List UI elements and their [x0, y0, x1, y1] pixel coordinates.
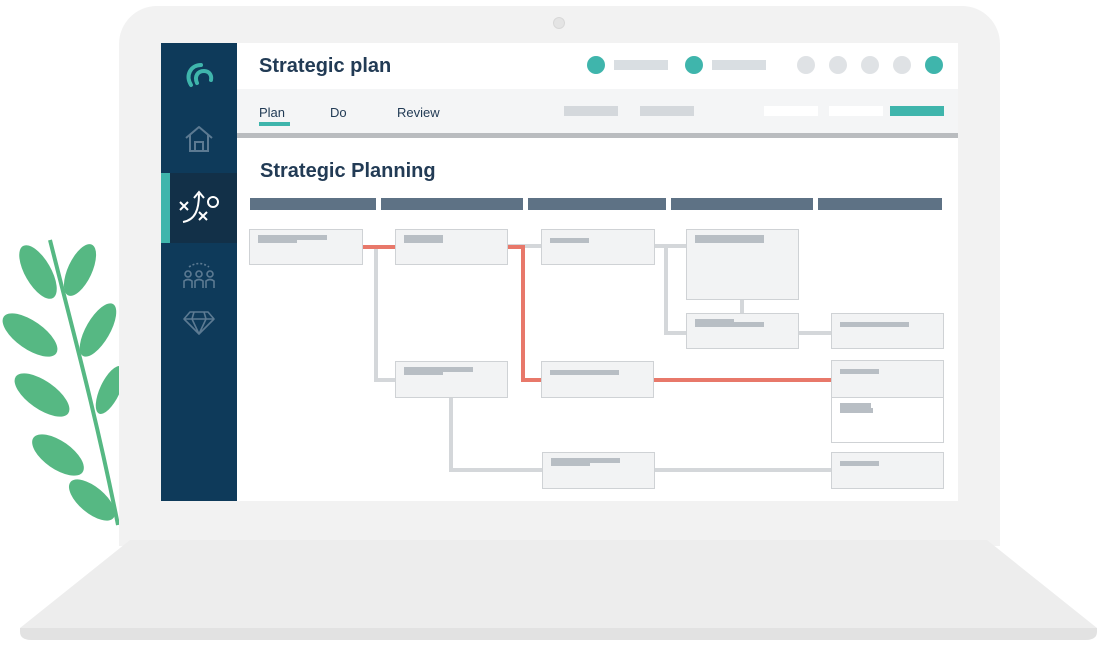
plan-card[interactable]: [249, 229, 363, 265]
laptop-camera: [553, 17, 565, 29]
text-placeholder: [840, 322, 909, 327]
text-placeholder: [695, 319, 734, 324]
plan-card[interactable]: [541, 361, 654, 398]
connector-line: [664, 246, 686, 335]
plan-card[interactable]: [395, 361, 508, 398]
critical-path-line: [508, 245, 541, 382]
text-placeholder: [840, 369, 879, 374]
plan-card[interactable]: [542, 452, 655, 489]
plan-card-expanded[interactable]: [686, 229, 799, 300]
connector-line: [449, 398, 542, 472]
text-placeholder: [404, 235, 443, 240]
card-header: [832, 361, 943, 398]
plan-card-detail[interactable]: [831, 360, 944, 443]
text-placeholder: [550, 370, 619, 375]
text-placeholder: [840, 461, 879, 466]
connector-line: [374, 247, 395, 382]
text-placeholder: [404, 367, 473, 372]
app-screen: Strategic plan Plan Do Review Strategic …: [161, 43, 958, 501]
text-placeholder: [840, 408, 874, 413]
plan-card[interactable]: [541, 229, 655, 265]
text-placeholder: [840, 403, 867, 408]
text-placeholder: [551, 458, 620, 463]
text-placeholder: [258, 235, 328, 240]
plan-card[interactable]: [831, 452, 944, 489]
text-placeholder: [695, 235, 734, 240]
plan-card[interactable]: [831, 313, 944, 349]
plan-card[interactable]: [395, 229, 508, 265]
plan-card[interactable]: [686, 313, 799, 349]
plant-decoration: [2, 239, 125, 526]
text-placeholder: [550, 238, 590, 243]
laptop-base: [20, 540, 1097, 640]
